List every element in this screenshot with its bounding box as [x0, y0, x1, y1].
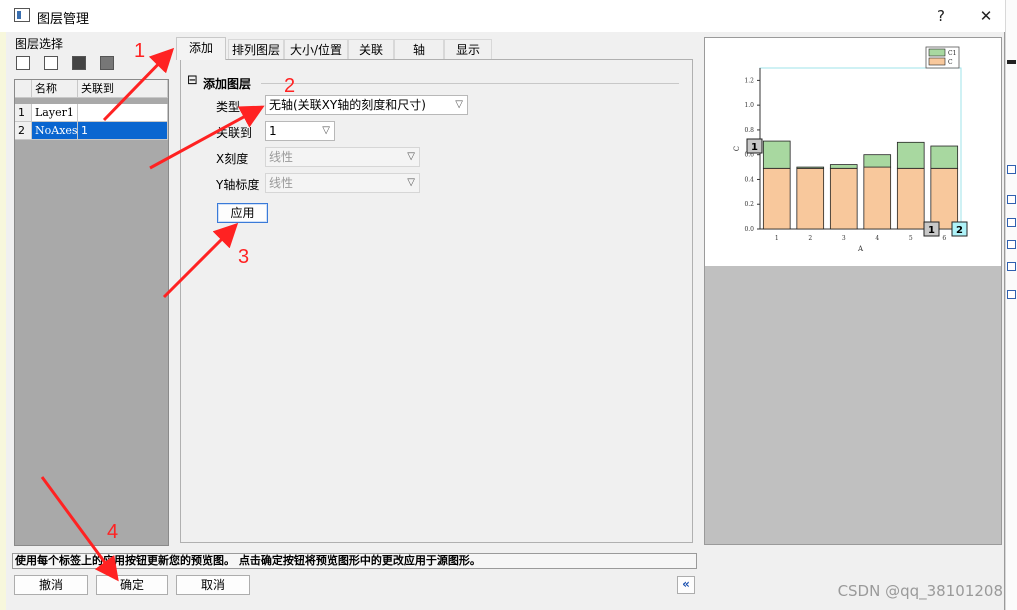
annotation-arrow-3 [162, 222, 239, 299]
tab-add[interactable]: 添加 [176, 37, 226, 60]
background-app-strip [1006, 0, 1017, 610]
layer-manager-dialog: 图层管理 ? ✕ 图层选择 名称 关联到 1 Layer1 2 NoAxes 1… [0, 0, 1005, 610]
annotation-label-1: 1 [134, 40, 146, 62]
annotation-label-4: 4 [107, 521, 119, 543]
annotation-arrows [40, 47, 265, 582]
annotation-arrow-4 [40, 476, 119, 582]
annotation-arrow-2 [149, 105, 265, 170]
annotation-label-3: 3 [238, 246, 250, 268]
watermark: CSDN @qq_38101208 [837, 582, 1003, 600]
annotation-label-2: 2 [284, 75, 296, 97]
